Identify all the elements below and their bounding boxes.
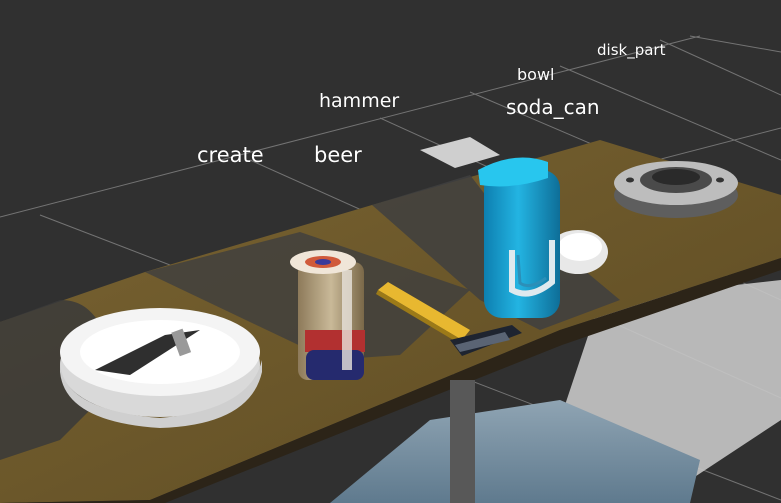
table-leg (450, 380, 475, 503)
label-hammer: hammer (319, 90, 400, 112)
label-create: create (197, 143, 264, 167)
label-bowl: bowl (517, 65, 555, 84)
create-object (60, 308, 262, 428)
soda-can-object (478, 157, 560, 318)
label-disk-part: disk_part (597, 41, 666, 59)
label-soda-can: soda_can (506, 95, 600, 119)
beer-object (290, 250, 365, 380)
3d-viewport[interactable]: create beer hammer soda_can bowl disk_pa… (0, 0, 781, 503)
disk-part-object (614, 161, 738, 218)
scene-render (0, 35, 781, 503)
label-beer: beer (314, 143, 362, 167)
